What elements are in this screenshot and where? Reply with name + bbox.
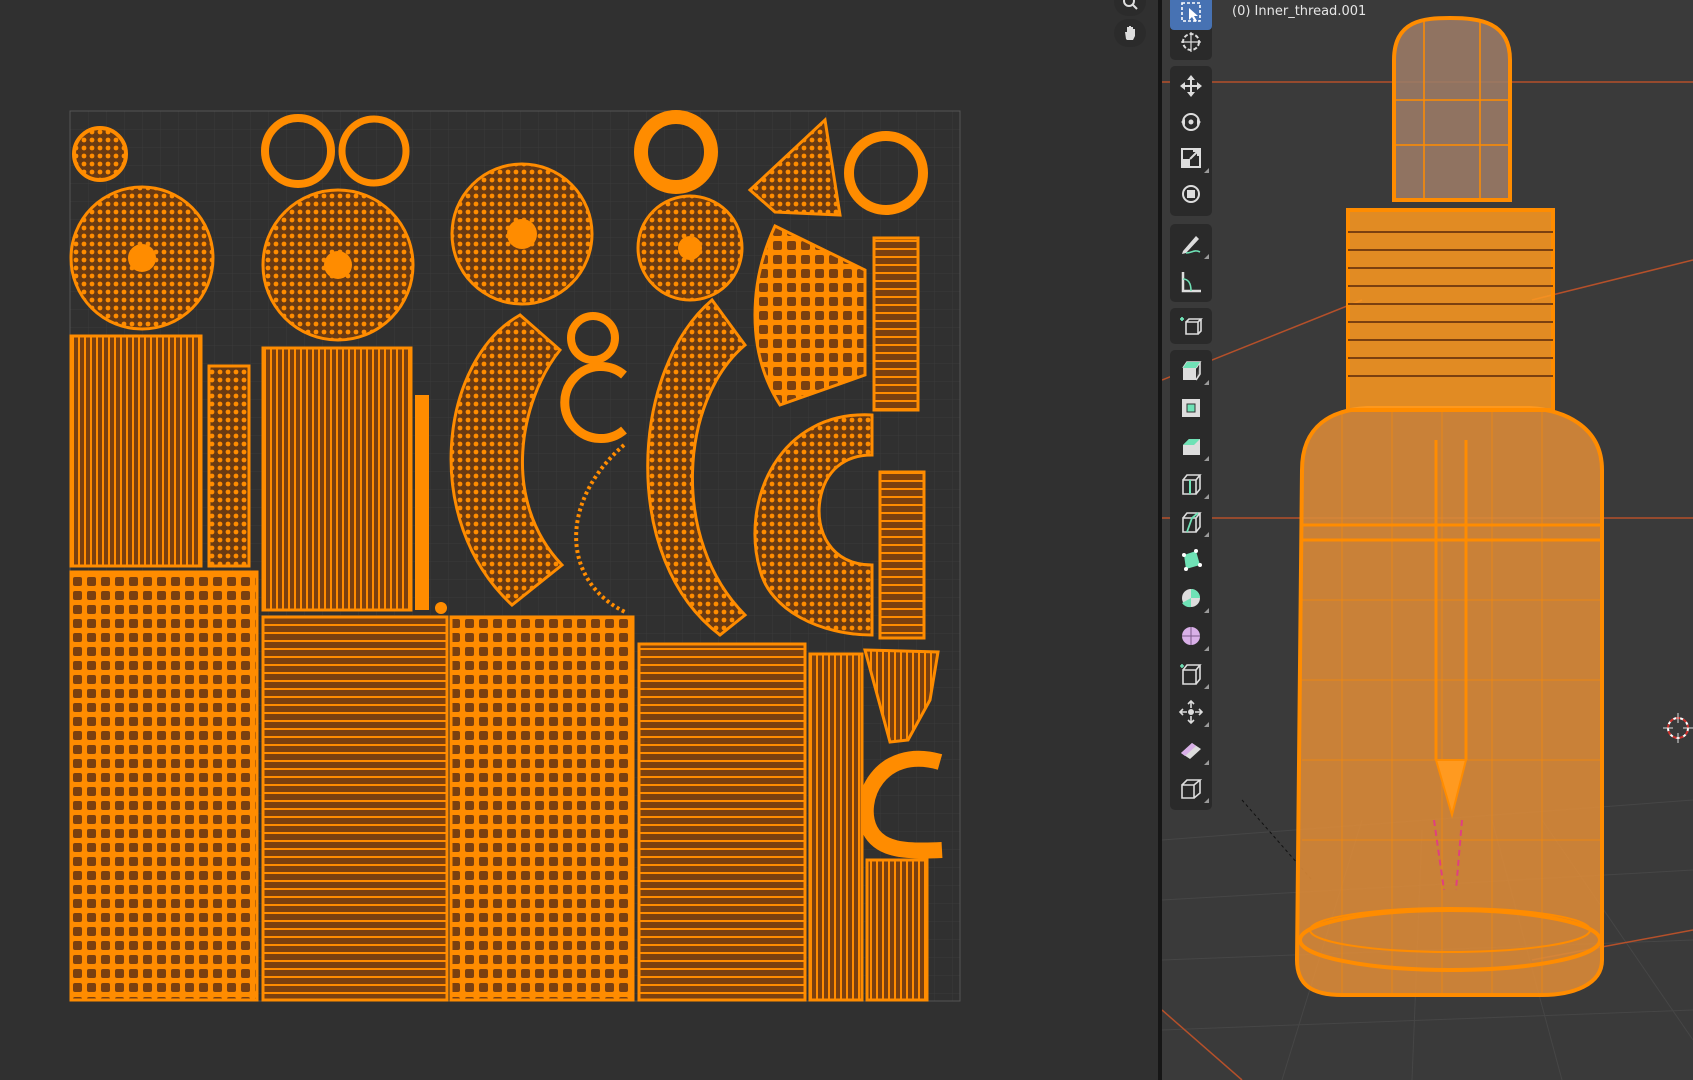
- rotate-tool[interactable]: [1170, 104, 1212, 140]
- hand-pan-icon[interactable]: [1114, 19, 1146, 47]
- knife-tool[interactable]: [1170, 504, 1212, 540]
- edge-slide-icon: [1180, 664, 1202, 685]
- annotate-tool[interactable]: [1170, 226, 1212, 262]
- select-box-icon: [1181, 2, 1201, 22]
- spin-icon: [1182, 589, 1200, 608]
- rip-region-tool[interactable]: [1170, 770, 1212, 806]
- add-cube-icon: [1180, 317, 1203, 335]
- extrude-region-tool[interactable]: [1170, 352, 1212, 388]
- inset-faces-icon: [1182, 399, 1200, 417]
- active-object-label: (0) Inner_thread.001: [1232, 4, 1367, 19]
- move-tool[interactable]: [1170, 68, 1212, 104]
- smooth-tool[interactable]: [1170, 618, 1212, 654]
- tool-group-select: [1170, 0, 1212, 60]
- poly-build-tool[interactable]: [1170, 542, 1212, 578]
- move-icon: [1180, 75, 1202, 97]
- shrink-fatten-tool[interactable]: [1170, 694, 1212, 730]
- uv-islands[interactable]: [69, 110, 943, 1002]
- transform-tool[interactable]: [1170, 176, 1212, 212]
- add-cube-tool[interactable]: [1170, 308, 1212, 344]
- inset-faces-tool[interactable]: [1170, 390, 1212, 426]
- rip-region-icon: [1181, 779, 1203, 799]
- uv-editor[interactable]: [0, 0, 1158, 1080]
- tool-group-add: [1170, 308, 1212, 344]
- tool-group-annotate: [1170, 224, 1212, 302]
- spin-tool[interactable]: [1170, 580, 1212, 616]
- extrude-region-icon: [1182, 361, 1202, 381]
- uv-canvas[interactable]: [0, 0, 1158, 1080]
- poly-build-icon: [1182, 549, 1202, 571]
- shear-icon: [1181, 743, 1201, 759]
- transform-icon: [1182, 185, 1200, 203]
- knife-icon: [1182, 512, 1202, 533]
- viewport-canvas[interactable]: [1162, 0, 1693, 1080]
- cursor-icon: [1181, 32, 1201, 52]
- measure-tool[interactable]: [1170, 264, 1212, 300]
- loop-cut-tool[interactable]: [1170, 466, 1212, 502]
- measure-icon: [1181, 272, 1201, 293]
- annotate-icon: [1182, 236, 1201, 254]
- shrink-fatten-icon: [1178, 699, 1204, 725]
- loop-cut-icon: [1182, 474, 1202, 495]
- shear-tool[interactable]: [1170, 732, 1212, 768]
- rotate-icon: [1181, 113, 1201, 131]
- smooth-icon: [1182, 627, 1200, 645]
- bevel-icon: [1183, 439, 1200, 455]
- tool-group-transform: [1170, 66, 1212, 216]
- tool-group-mesh: [1170, 350, 1212, 810]
- scale-tool[interactable]: [1170, 140, 1212, 176]
- bevel-tool[interactable]: [1170, 428, 1212, 464]
- cursor-tool[interactable]: [1170, 24, 1212, 60]
- scale-icon: [1181, 148, 1201, 168]
- 3d-viewport[interactable]: (0) Inner_thread.001: [1162, 0, 1693, 1080]
- edge-slide-tool[interactable]: [1170, 656, 1212, 692]
